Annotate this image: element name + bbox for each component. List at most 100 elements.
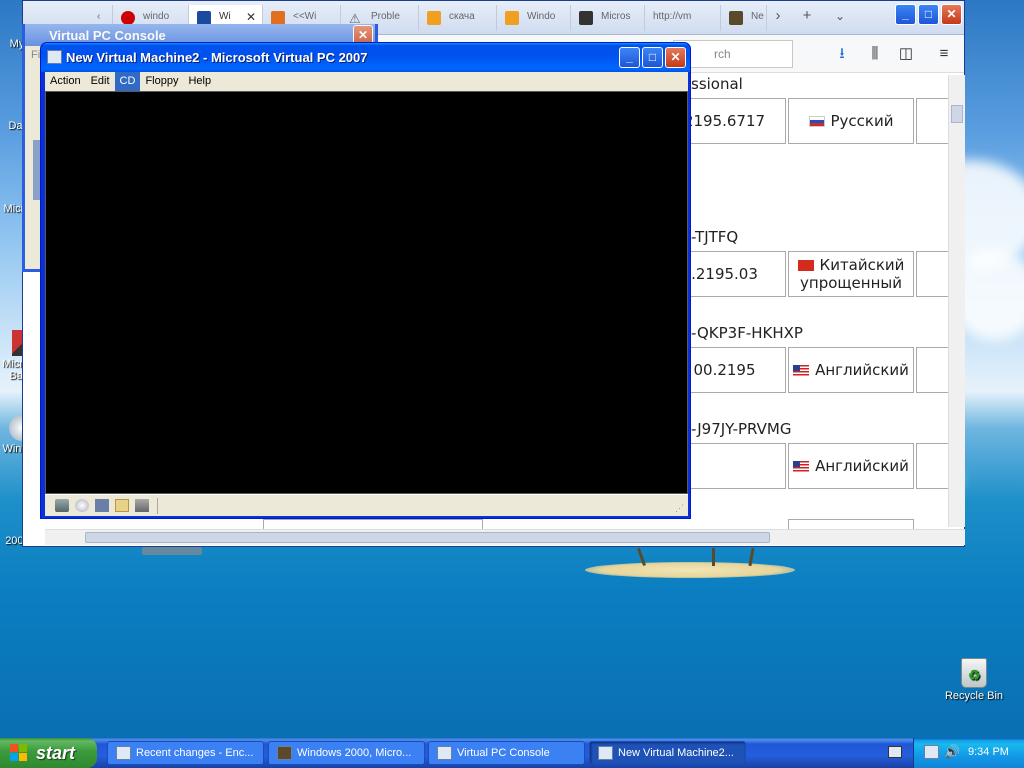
sidebar-icon[interactable]: ◫ <box>897 45 915 63</box>
shared-folder-icon[interactable] <box>115 499 129 512</box>
russia-flag-icon <box>808 115 825 127</box>
site-icon <box>271 11 285 25</box>
taskbar-button-windows-2000[interactable]: Windows 2000, Micro... <box>268 741 425 765</box>
menu-cd[interactable]: CD <box>114 72 141 91</box>
tab-7[interactable]: Micros <box>571 5 645 31</box>
tab-list-icon[interactable]: ⌄ <box>831 7 849 25</box>
menu-edit[interactable]: Edit <box>86 72 115 91</box>
row-text: -TJTFQ <box>691 228 739 246</box>
close-tab-icon[interactable]: ✕ <box>246 10 256 24</box>
minimize-button[interactable]: _ <box>895 4 916 25</box>
maximize-button[interactable]: □ <box>918 4 939 25</box>
version-text: .2195.03 <box>691 265 758 283</box>
download-cell[interactable] <box>916 347 948 393</box>
tab-label: Ne <box>751 11 764 22</box>
search-placeholder: rch <box>714 47 731 61</box>
horizontal-scroll-thumb[interactable] <box>85 532 770 543</box>
vm-minimize-button[interactable]: _ <box>619 47 640 68</box>
recycle-bin-icon: ♻ <box>961 658 987 688</box>
start-button[interactable]: start <box>0 738 97 768</box>
version-text: 00.2195 <box>693 361 756 379</box>
vm-window-titlebar[interactable]: New Virtual Machine2 - Microsoft Virtual… <box>41 43 690 72</box>
menu-help[interactable]: Help <box>183 72 216 91</box>
close-button[interactable]: ✕ <box>941 4 962 25</box>
download-cell[interactable] <box>916 251 948 297</box>
taskbar-button-label: New Virtual Machine2... <box>618 747 734 759</box>
ship <box>142 547 202 555</box>
taskbar-button-recent-changes[interactable]: Recent changes - Enc... <box>107 741 264 765</box>
volume-icon[interactable]: 🔊 <box>944 744 960 760</box>
version-text: 2195.6717 <box>683 112 766 130</box>
virtual-pc-tray-icon[interactable] <box>924 745 939 759</box>
tab-9[interactable]: Ne <box>721 5 767 31</box>
start-label: start <box>36 743 76 763</box>
vm-status-bar: ⋰ <box>45 494 688 516</box>
vm-close-button[interactable]: ✕ <box>665 47 686 68</box>
row-text: ssional <box>691 75 743 93</box>
bird-icon <box>729 11 743 25</box>
language-cell[interactable]: Английский <box>788 443 914 489</box>
network-icon[interactable] <box>135 499 149 512</box>
resize-grip-icon[interactable]: ⋰ <box>675 503 684 514</box>
hard-disk-icon[interactable] <box>55 499 69 512</box>
table-cell <box>788 519 914 529</box>
download-cell[interactable] <box>916 443 948 489</box>
vertical-scroll-thumb[interactable] <box>951 105 963 123</box>
yandex-icon <box>121 11 135 25</box>
status-divider <box>157 498 158 514</box>
recycle-bin[interactable]: ♻ Recycle Bin <box>938 658 1010 702</box>
vm-maximize-button[interactable]: □ <box>642 47 663 68</box>
usa-flag-icon <box>793 460 810 472</box>
keyboard-icon[interactable] <box>888 746 902 758</box>
new-tab-icon[interactable]: + <box>798 7 816 25</box>
clock[interactable]: 9:34 PM <box>968 746 1009 758</box>
language-cell[interactable]: Китайский упрощенный <box>788 251 914 297</box>
browser-icon <box>116 746 131 760</box>
language-cell[interactable]: Английский <box>788 347 914 393</box>
horizontal-scrollbar[interactable] <box>45 529 965 545</box>
menu-action[interactable]: Action <box>45 72 86 91</box>
tab-scroll-right-icon[interactable]: › <box>769 7 787 25</box>
menu-icon[interactable]: ≡ <box>935 45 953 63</box>
taskbar-button-label: Windows 2000, Micro... <box>297 747 412 759</box>
desktop-icon-label: Recycle Bin <box>944 690 1004 702</box>
tab-label: скача <box>449 11 475 22</box>
vm-window-title: New Virtual Machine2 - Microsoft Virtual… <box>66 50 368 65</box>
museum-icon <box>579 11 593 25</box>
site-icon <box>427 11 441 25</box>
vpc-console-title: Virtual PC Console <box>49 28 166 43</box>
taskbar: start Recent changes - Enc... Windows 20… <box>0 738 1024 768</box>
system-tray: 🔊 9:34 PM <box>913 738 1024 768</box>
tab-6[interactable]: Windo <box>497 5 571 31</box>
tab-label: http://vm <box>653 11 692 22</box>
site-icon <box>505 11 519 25</box>
vm-display[interactable] <box>45 91 688 494</box>
tab-5[interactable]: скача <box>419 5 497 31</box>
china-flag-icon <box>797 260 814 271</box>
taskbar-button-label: Virtual PC Console <box>457 747 550 759</box>
virtual-pc-icon <box>47 50 62 64</box>
palm-tree <box>712 548 715 566</box>
vertical-scrollbar[interactable] <box>948 75 965 527</box>
language-cell[interactable]: Русский <box>788 98 914 144</box>
tab-label: Wi <box>219 11 231 22</box>
download-icon[interactable]: ⭳ <box>833 45 851 63</box>
row-text: -J97JY-PRVMG <box>691 420 792 438</box>
usa-flag-icon <box>793 364 810 376</box>
tab-8[interactable]: http://vm <box>645 5 721 31</box>
vm-window[interactable]: New Virtual Machine2 - Microsoft Virtual… <box>40 42 691 519</box>
floppy-icon[interactable] <box>95 499 109 512</box>
menu-floppy[interactable]: Floppy <box>140 72 183 91</box>
language-text: Английский <box>815 361 909 379</box>
download-cell[interactable] <box>916 98 948 144</box>
library-icon[interactable]: ⫼ <box>866 45 884 63</box>
cd-drive-icon[interactable] <box>75 499 89 512</box>
taskbar-button-vpc-console[interactable]: Virtual PC Console <box>428 741 585 765</box>
tab-label: windo <box>143 11 170 22</box>
warning-icon: ⚠ <box>349 11 361 26</box>
recycle-symbol-icon: ♻ <box>968 667 981 683</box>
virtual-pc-icon <box>598 746 613 760</box>
vm-menubar: Action Edit CD Floppy Help <box>45 72 688 91</box>
search-input[interactable]: rch <box>673 40 793 68</box>
taskbar-button-new-virtual-machine[interactable]: New Virtual Machine2... <box>589 741 746 765</box>
